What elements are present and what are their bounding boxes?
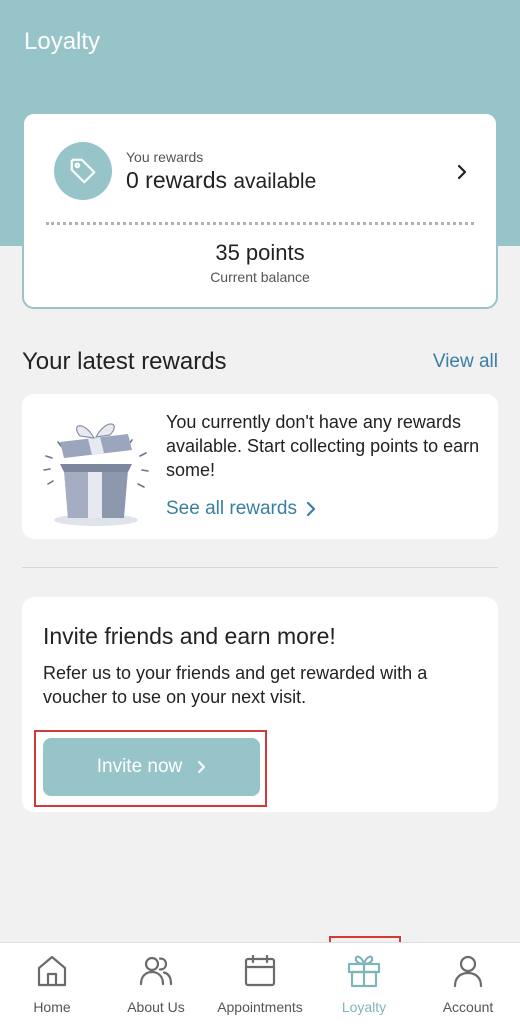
latest-rewards-title: Your latest rewards <box>22 348 227 375</box>
calendar-icon <box>244 954 276 987</box>
section-divider <box>22 567 498 568</box>
nav-label-home: Home <box>33 999 71 1015</box>
nav-label-about-us: About Us <box>127 999 185 1015</box>
nav-item-home[interactable]: Home <box>0 943 104 1024</box>
invite-title: Invite friends and earn more! <box>43 623 336 649</box>
nav-item-account[interactable]: Account <box>416 943 520 1024</box>
dotted-divider <box>46 222 474 225</box>
invite-now-label: Invite now <box>96 756 183 777</box>
empty-rewards-message: You currently don't have any rewards ava… <box>166 412 480 480</box>
home-icon <box>37 955 67 987</box>
rewards-count: 0 rewards available <box>126 167 316 194</box>
users-icon <box>139 956 173 986</box>
gift-icon <box>347 955 381 988</box>
nav-item-appointments[interactable]: Appointments <box>208 943 312 1024</box>
tag-icon <box>54 142 112 200</box>
invite-description: Refer us to your friends and get rewarde… <box>43 663 428 707</box>
see-all-rewards-label: See all rewards <box>166 498 297 519</box>
chevron-right-icon <box>198 761 206 773</box>
empty-rewards-card: You currently don't have any rewards ava… <box>22 394 498 539</box>
see-all-rewards-link[interactable]: See all rewards <box>166 498 317 520</box>
chevron-right-icon[interactable] <box>454 162 470 182</box>
page-title: Loyalty <box>24 28 101 55</box>
chevron-right-icon <box>306 501 316 517</box>
points-balance: 35 points <box>215 240 305 265</box>
rewards-summary-card[interactable]: You rewards 0 rewards available 35 point… <box>22 112 498 309</box>
nav-label-appointments: Appointments <box>217 999 303 1015</box>
rewards-available-label: available <box>233 170 317 193</box>
rewards-subtitle: You rewards <box>126 149 204 165</box>
rewards-count-value: 0 rewards <box>126 167 227 193</box>
invite-now-button[interactable]: Invite now <box>43 738 260 796</box>
points-balance-label: Current balance <box>210 269 310 285</box>
user-icon <box>453 955 483 988</box>
open-gift-box-icon <box>43 423 149 526</box>
nav-item-loyalty[interactable]: Loyalty <box>312 943 416 1024</box>
invite-card: Invite friends and earn more! Refer us t… <box>22 597 498 812</box>
nav-label-loyalty: Loyalty <box>341 999 387 1015</box>
view-all-link[interactable]: View all <box>433 351 498 373</box>
bottom-navigation: Home About Us Appointments Loyalty Accou… <box>0 942 520 1024</box>
nav-label-account: Account <box>442 999 494 1015</box>
nav-item-about-us[interactable]: About Us <box>104 943 208 1024</box>
